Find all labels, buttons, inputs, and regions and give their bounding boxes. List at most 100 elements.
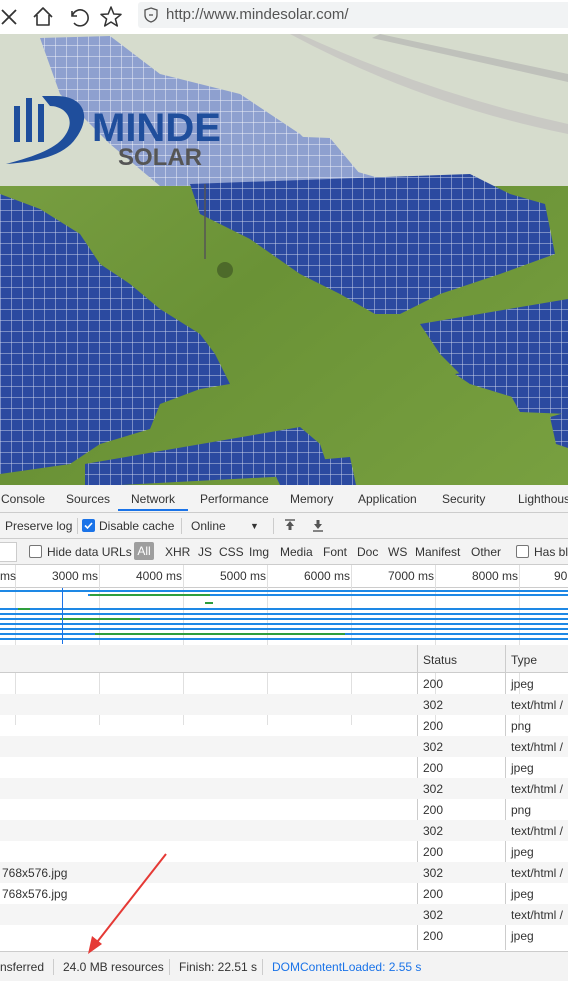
filter-ws[interactable]: WS [388, 545, 407, 559]
request-type: jpeg [511, 929, 534, 943]
home-icon[interactable] [30, 4, 56, 30]
request-status: 200 [423, 719, 444, 733]
waterfall-bar [0, 628, 568, 630]
request-status: 200 [423, 677, 444, 691]
request-name: 768x576.jpg [2, 887, 68, 901]
filter-other[interactable]: Other [471, 545, 501, 559]
tab-network[interactable]: Network [131, 492, 175, 506]
tab-lighthouse[interactable]: Lighthouse [518, 492, 568, 506]
filter-media[interactable]: Media [280, 545, 313, 559]
request-status: 302 [423, 824, 444, 838]
filter-font[interactable]: Font [323, 545, 347, 559]
table-row[interactable]: 302 text/html / [0, 694, 568, 715]
has-blocked-checkbox[interactable] [516, 545, 529, 558]
request-status: 200 [423, 761, 444, 775]
table-row[interactable]: 200 jpeg [0, 757, 568, 778]
disable-cache-label[interactable]: Disable cache [99, 519, 174, 533]
table-row[interactable]: 200 png [0, 799, 568, 820]
filter-all-button[interactable]: All [134, 542, 154, 560]
request-status: 200 [423, 929, 444, 943]
timeline-tick: 6000 ms [304, 569, 351, 583]
tab-security[interactable]: Security [442, 492, 485, 506]
waterfall-bar [0, 590, 568, 592]
column-type[interactable]: Type [511, 653, 537, 667]
tab-sources[interactable]: Sources [66, 492, 110, 506]
waterfall-bar [95, 633, 345, 635]
tab-application[interactable]: Application [358, 492, 417, 506]
logo-line2: SOLAR [118, 144, 202, 171]
filter-doc[interactable]: Doc [357, 545, 378, 559]
waterfall-bar [0, 608, 568, 610]
request-type: text/html / [511, 782, 564, 796]
requests-table-header: Status Type [0, 645, 568, 673]
timeline-tick: 3000 ms [52, 569, 99, 583]
status-divider [169, 959, 170, 975]
request-name: 768x576.jpg [2, 866, 68, 880]
hide-data-urls-label[interactable]: Hide data URLs [47, 545, 132, 559]
timeline-tick: ms [0, 569, 16, 583]
dom-content-loaded-time: DOMContentLoaded: 2.55 s [272, 960, 422, 974]
finish-time: Finish: 22.51 s [179, 960, 258, 974]
throttle-select[interactable]: Online [191, 519, 226, 533]
filter-img[interactable]: Img [249, 545, 269, 559]
waterfall-bar [90, 594, 210, 596]
table-row[interactable]: 302 text/html / [0, 778, 568, 799]
disable-cache-checkbox[interactable] [82, 519, 95, 532]
waterfall-bar [0, 623, 568, 625]
url-text: http://www.mindesolar.com/ [166, 6, 349, 23]
timeline-cursor [62, 588, 63, 644]
close-icon[interactable] [0, 4, 26, 30]
hide-data-urls-checkbox[interactable] [29, 545, 42, 558]
toolbar-divider [273, 518, 274, 534]
filter-manifest[interactable]: Manifest [415, 545, 460, 559]
timeline-tick: 7000 ms [388, 569, 435, 583]
import-har-icon[interactable] [284, 519, 296, 535]
column-status[interactable]: Status [423, 653, 457, 667]
table-row[interactable]: 200 jpeg [0, 673, 568, 694]
waterfall-bar [205, 602, 213, 604]
request-type: png [511, 719, 532, 733]
timeline-tick: 8000 ms [472, 569, 519, 583]
table-row[interactable]: 302 text/html / [0, 820, 568, 841]
tab-console[interactable]: Console [1, 492, 45, 506]
timeline-tick: 90 [554, 569, 568, 583]
network-toolbar: Preserve log Disable cache Online ▼ [0, 513, 568, 539]
address-bar[interactable]: http://www.mindesolar.com/ [138, 2, 568, 28]
request-type: jpeg [511, 761, 534, 775]
active-tab-indicator [118, 509, 188, 511]
request-status: 302 [423, 908, 444, 922]
timeline-ruler: ms 3000 ms 4000 ms 5000 ms 6000 ms 7000 … [0, 565, 568, 725]
annotation-arrow [88, 853, 167, 954]
timeline-tick: 4000 ms [136, 569, 183, 583]
request-type: png [511, 803, 532, 817]
filter-xhr[interactable]: XHR [165, 545, 190, 559]
export-har-icon[interactable] [312, 519, 324, 535]
table-row[interactable]: 200 png [0, 715, 568, 736]
timeline-tick: 5000 ms [220, 569, 267, 583]
tab-performance[interactable]: Performance [200, 492, 269, 506]
table-row[interactable]: 302 text/html / [0, 736, 568, 757]
request-type: text/html / [511, 740, 564, 754]
request-type: text/html / [511, 698, 564, 712]
request-type: jpeg [511, 845, 534, 859]
request-type: text/html / [511, 866, 564, 880]
resources-summary: 24.0 MB resources [63, 960, 164, 974]
request-status: 200 [423, 887, 444, 901]
network-overview[interactable] [0, 588, 568, 644]
star-icon[interactable] [98, 4, 124, 30]
request-type: text/html / [511, 908, 564, 922]
preserve-log-label[interactable]: Preserve log [5, 519, 72, 533]
toolbar-divider [181, 518, 182, 534]
waterfall-bar [0, 638, 568, 640]
filter-input[interactable] [0, 542, 17, 562]
waterfall-bar [0, 613, 568, 615]
filter-css[interactable]: CSS [219, 545, 244, 559]
waterfall-bar [60, 618, 140, 620]
chevron-down-icon[interactable]: ▼ [250, 521, 259, 531]
status-divider [262, 959, 263, 975]
tab-memory[interactable]: Memory [290, 492, 333, 506]
has-blocked-label[interactable]: Has bl [534, 545, 568, 559]
back-icon[interactable] [64, 4, 90, 30]
waterfall-bar [18, 608, 30, 610]
filter-js[interactable]: JS [198, 545, 212, 559]
